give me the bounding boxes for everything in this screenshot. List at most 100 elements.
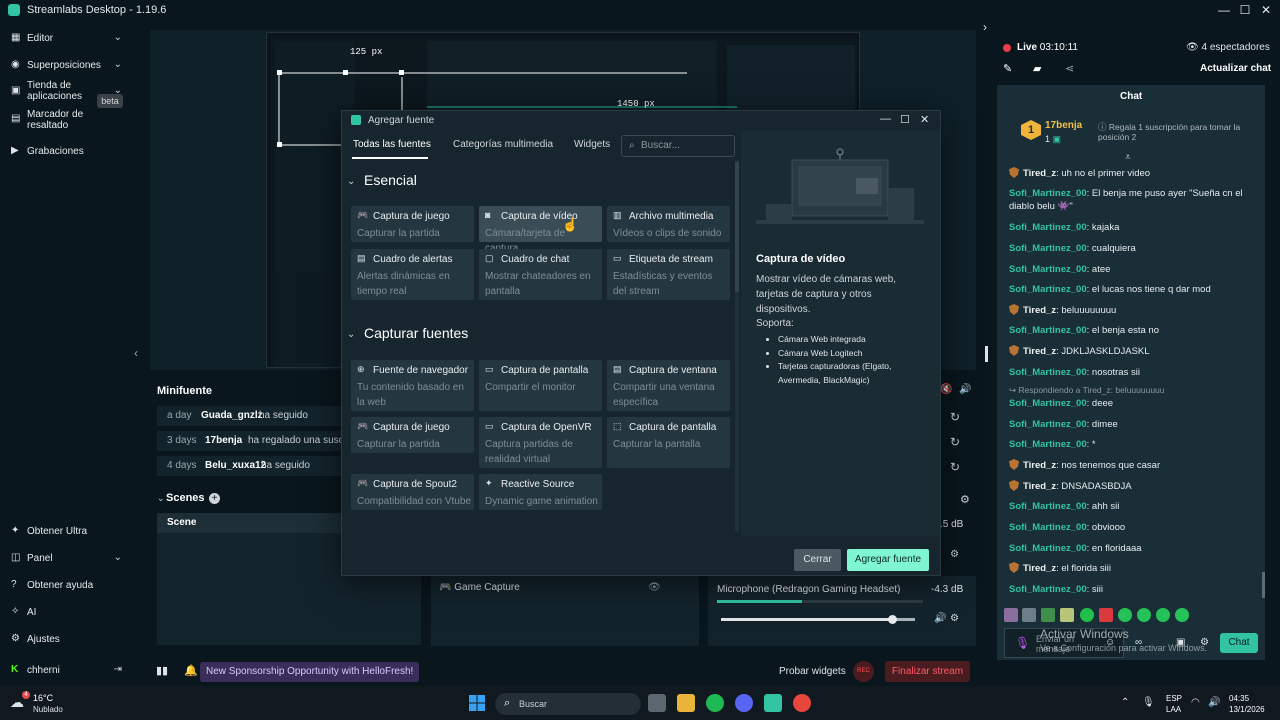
emote-icon[interactable] xyxy=(1175,608,1189,622)
source-card-video-capture[interactable]: ◙ Captura de vídeo Cámara/tarjeta de cap… xyxy=(479,206,602,254)
sidebar-item-highlighter[interactable]: ▤ Marcador de resaltado xyxy=(0,108,134,132)
source-card-reactive[interactable]: ✦ Reactive Source Dynamic game animation xyxy=(479,474,602,510)
sidebar-item-ai[interactable]: ✧ AI xyxy=(0,603,134,623)
source-card-media-file[interactable]: ▥ Archivo multimedia Vídeos o clips de s… xyxy=(607,206,730,242)
sidebar-item-ultra[interactable]: ✦ Obtener Ultra xyxy=(0,522,134,542)
gear-icon[interactable]: ⚙ xyxy=(960,493,970,506)
mixer-mute-icon[interactable]: 🔇 xyxy=(940,384,952,395)
emote-icon[interactable] xyxy=(1041,608,1055,622)
emote-icon[interactable] xyxy=(1156,608,1170,622)
chat-username[interactable]: Sofi_Martinez_00 xyxy=(1009,501,1087,512)
emote-icon[interactable] xyxy=(1060,608,1074,622)
maximize-icon[interactable]: ☐ xyxy=(900,113,910,126)
file-explorer-icon[interactable] xyxy=(677,694,695,712)
chevron-down-icon[interactable]: ⌄ xyxy=(347,176,355,187)
chat-username[interactable]: Tired_z xyxy=(1023,460,1056,471)
tray-chevron-up-icon[interactable]: ⌃ xyxy=(1121,697,1129,708)
test-widgets-button[interactable]: Probar widgets xyxy=(779,666,846,677)
windows-start-icon[interactable] xyxy=(468,694,486,712)
refresh-chat-button[interactable]: Actualizar chat xyxy=(1200,63,1271,74)
tray-mic-icon[interactable]: 🎙 xyxy=(1142,697,1155,708)
source-card-window-capture[interactable]: ▤ Captura de ventana Compartir una venta… xyxy=(607,360,730,411)
discord-icon[interactable] xyxy=(735,694,753,712)
sidebar-item-panel[interactable]: ◫ Panel ⌄ xyxy=(0,549,134,569)
notification-bell-icon[interactable]: 🔔 xyxy=(184,664,198,677)
emote-icon[interactable] xyxy=(1099,608,1113,622)
taskbar-search[interactable] xyxy=(495,693,641,715)
chat-username[interactable]: Sofi_Martinez_00 xyxy=(1009,584,1087,595)
chat-username[interactable]: Sofi_Martinez_00 xyxy=(1009,264,1087,275)
chat-username[interactable]: Sofi_Martinez_00 xyxy=(1009,543,1087,554)
logout-icon[interactable]: ⇥ xyxy=(114,664,122,675)
gear-icon[interactable]: ⚙ xyxy=(950,613,959,624)
add-source-button[interactable]: Agregar fuente xyxy=(847,549,929,571)
pinned-username[interactable]: 17benja xyxy=(1045,120,1082,131)
tray-time[interactable]: 04:35 xyxy=(1229,694,1249,703)
close-icon[interactable]: ✕ xyxy=(1256,2,1276,18)
source-card-spout2[interactable]: 🎮 Captura de Spout2 Compatibilidad con V… xyxy=(351,474,474,510)
emote-icon[interactable] xyxy=(1080,608,1094,622)
source-item[interactable]: 🎮 Game Capture xyxy=(439,582,520,593)
chevron-down-icon[interactable]: ⌄ xyxy=(157,493,165,504)
end-stream-button[interactable]: Finalizar stream xyxy=(885,661,970,682)
collapse-sidebar-icon[interactable]: ‹ xyxy=(134,346,138,360)
close-icon[interactable]: ✕ xyxy=(920,113,929,126)
tab-all-sources[interactable]: Todas las fuentes xyxy=(353,139,431,150)
tab-media-categories[interactable]: Categorías multimedia xyxy=(453,139,553,150)
chat-username[interactable]: Sofi_Martinez_00 xyxy=(1009,419,1087,430)
gear-icon[interactable]: ⚙ xyxy=(950,549,959,560)
source-card-game-capture[interactable]: 🎮 Captura de juego Capturar la partida xyxy=(351,206,474,242)
chat-username[interactable]: Sofi_Martinez_00 xyxy=(1009,188,1087,199)
sponsorship-banner[interactable]: New Sponsorship Opportunity with HelloFr… xyxy=(200,662,420,682)
clip-icon[interactable]: ▰ xyxy=(1033,62,1041,75)
emote-icon[interactable] xyxy=(1022,608,1036,622)
spotify-icon[interactable] xyxy=(706,694,724,712)
microphone-icon[interactable]: 🎙 xyxy=(1015,636,1030,650)
chat-username[interactable]: Tired_z xyxy=(1023,563,1056,574)
chat-username[interactable]: Sofi_Martinez_00 xyxy=(1009,325,1087,336)
emote-icon[interactable] xyxy=(1004,608,1018,622)
source-card-stream-label[interactable]: ▭ Etiqueta de stream Estadísticas y even… xyxy=(607,249,730,300)
refresh-icon[interactable]: ↻ xyxy=(950,435,960,449)
sidebar-item-recordings[interactable]: ▶ Grabaciones xyxy=(0,142,134,162)
speaker-icon[interactable]: 🔊 xyxy=(934,613,946,624)
tray-language[interactable]: ESP xyxy=(1166,694,1182,703)
close-dialog-button[interactable]: Cerrar xyxy=(794,549,841,571)
chat-username[interactable]: Sofi_Martinez_00 xyxy=(1009,398,1087,409)
source-card-browser[interactable]: ⊕ Fuente de navegador Tu contenido basad… xyxy=(351,360,474,411)
chat-username[interactable]: Sofi_Martinez_00 xyxy=(1009,243,1087,254)
source-card-display-capture[interactable]: ▭ Captura de pantalla Compartir el monit… xyxy=(479,360,602,411)
refresh-icon[interactable]: ↻ xyxy=(950,460,960,474)
tray-keyboard-layout[interactable]: LAA xyxy=(1166,705,1181,714)
minimize-icon[interactable]: — xyxy=(880,113,891,125)
scroll-down-icon[interactable]: ⩡ xyxy=(1125,152,1131,163)
emote-icon[interactable] xyxy=(1118,608,1132,622)
record-button[interactable]: REC xyxy=(853,661,874,682)
source-card-game-capture-2[interactable]: 🎮 Captura de juego Capturar la partida xyxy=(351,417,474,453)
source-card-chat-box[interactable]: ▢ Cuadro de chat Mostrar chateadores en … xyxy=(479,249,602,300)
resize-handle[interactable] xyxy=(985,346,988,362)
visibility-icon[interactable]: 👁 xyxy=(648,582,661,593)
tab-widgets[interactable]: Widgets xyxy=(574,139,610,150)
chat-scrollbar[interactable] xyxy=(1262,572,1265,598)
source-card-alert-box[interactable]: ▤ Cuadro de alertas Alertas dinámicas en… xyxy=(351,249,474,300)
chat-username[interactable]: Tired_z xyxy=(1023,481,1056,492)
wifi-icon[interactable]: ◠ xyxy=(1191,697,1200,708)
refresh-icon[interactable]: ↻ xyxy=(950,410,960,424)
sidebar-item-account[interactable]: K chherni ⇥ xyxy=(0,661,134,681)
chat-username[interactable]: Sofi_Martinez_00 xyxy=(1009,439,1087,450)
dialog-scrollbar-thumb[interactable] xyxy=(735,162,739,292)
add-scene-button[interactable]: + xyxy=(209,493,220,504)
task-view-icon[interactable] xyxy=(648,694,666,712)
sidebar-item-settings[interactable]: ⚙ Ajustes xyxy=(0,630,134,650)
streamlabs-taskbar-icon[interactable] xyxy=(764,694,782,712)
edit-stream-icon[interactable]: ✎ xyxy=(1003,62,1012,75)
share-icon[interactable]: ⋖ xyxy=(1065,62,1074,75)
chat-username[interactable]: Sofi_Martinez_00 xyxy=(1009,367,1087,378)
source-card-screen-capture[interactable]: ⬚ Captura de pantalla Capturar la pantal… xyxy=(607,417,730,468)
speaker-icon[interactable]: 🔊 xyxy=(959,384,971,395)
chat-username[interactable]: Sofi_Martinez_00 xyxy=(1009,522,1087,533)
chat-username[interactable]: Tired_z xyxy=(1023,168,1056,179)
chat-username[interactable]: Sofi_Martinez_00 xyxy=(1009,284,1087,295)
chrome-icon[interactable] xyxy=(793,694,811,712)
